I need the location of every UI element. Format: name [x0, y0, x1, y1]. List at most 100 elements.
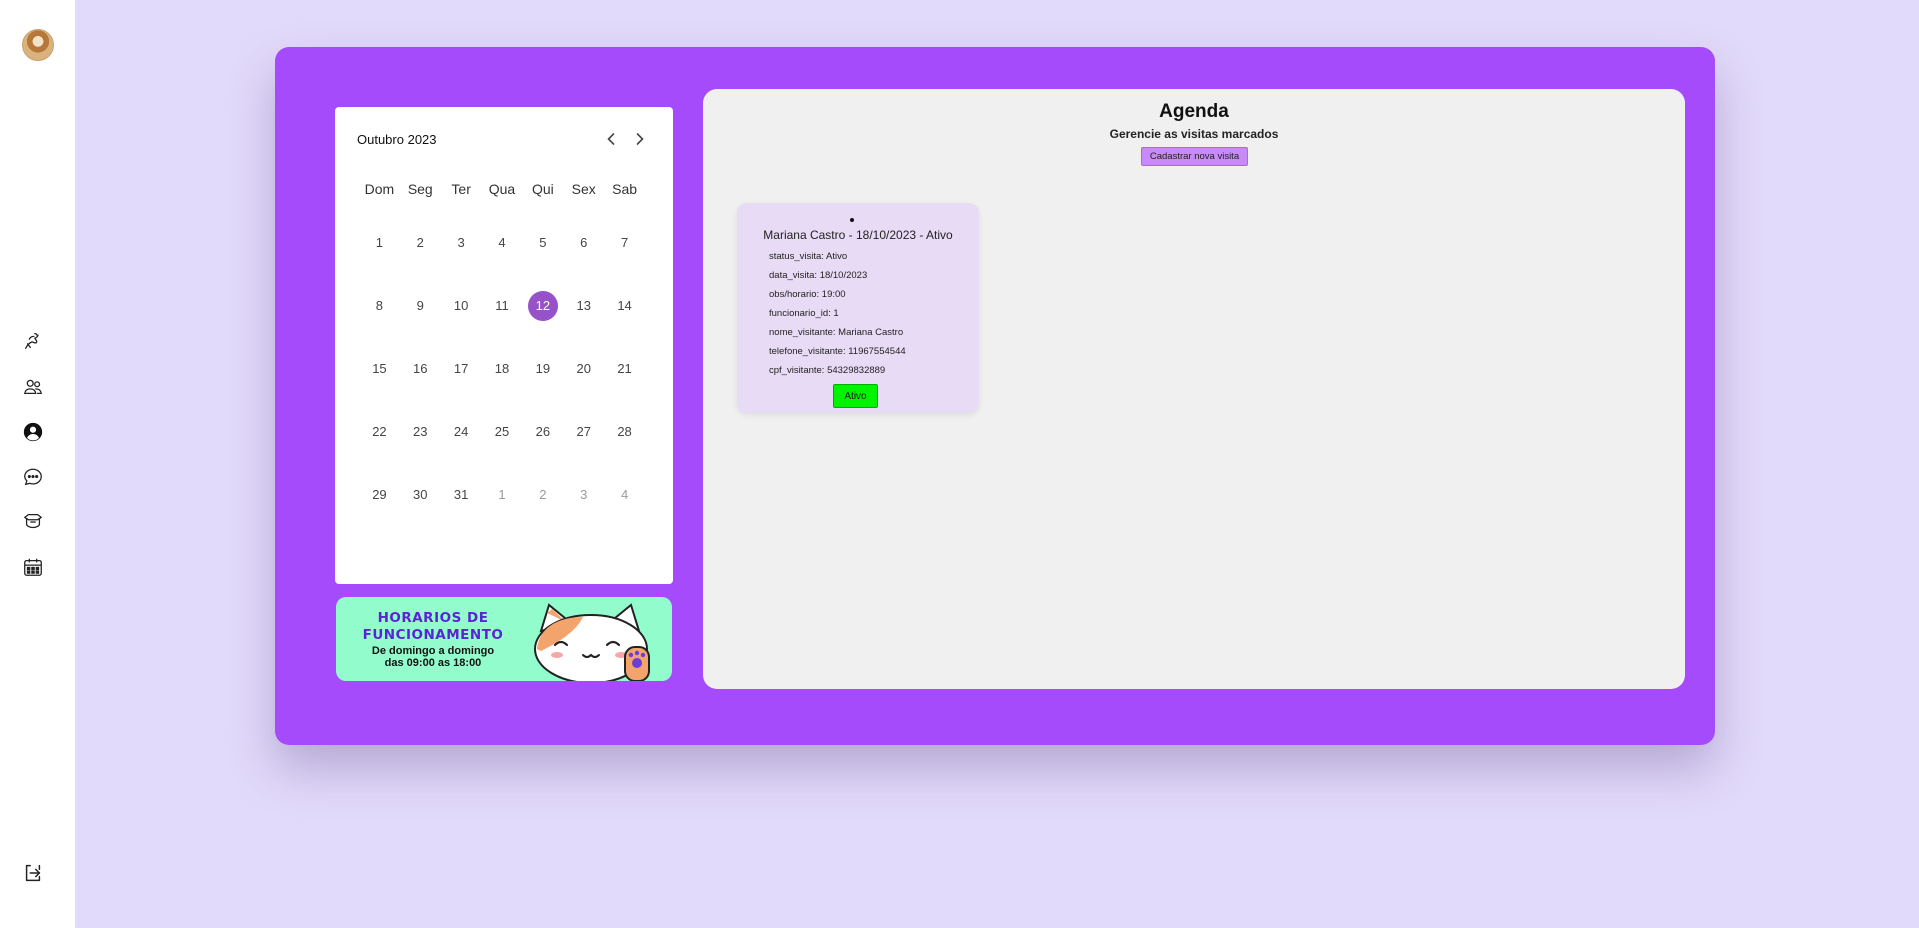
visit-card: Mariana Castro - 18/10/2023 - Ativo stat…: [737, 203, 979, 413]
calendar-day[interactable]: 21: [604, 337, 645, 400]
calendar-day-number: 28: [617, 424, 632, 439]
calendar-day[interactable]: 10: [441, 274, 482, 337]
calendar-day[interactable]: 4: [604, 463, 645, 526]
calendar-day[interactable]: 23: [400, 400, 441, 463]
calendar-day-number: 25: [494, 424, 510, 439]
weekday-label: Sab: [612, 181, 638, 197]
calendar-day-number: 19: [535, 361, 551, 376]
calendar-day[interactable]: 5: [522, 211, 563, 274]
visit-field: data_visita: 18/10/2023: [769, 270, 868, 281]
visit-field: nome_visitante: Mariana Castro: [769, 327, 904, 338]
calendar-day[interactable]: 3: [441, 211, 482, 274]
new-visit-button[interactable]: Cadastrar nova visita: [1141, 147, 1248, 166]
calendar-widget: Outubro 2023 Dom Seg Ter Qua Qui Sex Sab 1 2 3 4 5 6…: [335, 107, 673, 584]
weekday-label: Ter: [451, 181, 471, 197]
calendar-day-number: 3: [457, 235, 465, 250]
visit-card-title: Mariana Castro - 18/10/2023 - Ativo: [763, 228, 953, 242]
profile-icon[interactable]: [22, 421, 44, 443]
calendar-day-number: 22: [372, 424, 387, 439]
calendar-day[interactable]: 2: [522, 463, 563, 526]
banner-title-line1: HORARIOS DE: [377, 610, 489, 626]
calendar-day-number: 10: [453, 298, 469, 313]
calendar-day[interactable]: 20: [563, 337, 604, 400]
calendar-day[interactable]: 9: [400, 274, 441, 337]
calendar-day[interactable]: 16: [400, 337, 441, 400]
calendar-day-number: 23: [413, 424, 428, 439]
calendar-day-number: 2: [539, 487, 547, 502]
calendar-day-number: 26: [535, 424, 551, 439]
bullet-icon: [850, 218, 854, 222]
agenda-title: Agenda: [1159, 101, 1229, 122]
calendar-day[interactable]: 14: [604, 274, 645, 337]
agenda-subtitle: Gerencie as visitas marcados: [1109, 127, 1279, 141]
calendar-day[interactable]: 6: [563, 211, 604, 274]
calendar-day[interactable]: 31: [441, 463, 482, 526]
calendar-day[interactable]: 29: [359, 463, 400, 526]
calendar-day-number: 24: [453, 424, 469, 439]
calendar-day-number: 18: [494, 361, 510, 376]
calendar-day[interactable]: 26: [522, 400, 563, 463]
status-badge[interactable]: Ativo: [833, 384, 878, 408]
calendar-month-label: Outubro 2023: [357, 132, 437, 147]
calendar-day[interactable]: 3: [563, 463, 604, 526]
calendar-day-number: 6: [580, 235, 588, 250]
calendar-day[interactable]: 15: [359, 337, 400, 400]
visit-field: telefone_visitante: 11967554544: [769, 346, 906, 357]
calendar-day[interactable]: 19: [522, 337, 563, 400]
calendar-day[interactable]: 1: [482, 463, 523, 526]
banner-subtitle-line1: De domingo a domingo: [371, 645, 495, 657]
chevron-right-icon[interactable]: [628, 127, 652, 151]
opening-hours-banner: HORARIOS DE FUNCIONAMENTO De domingo a d…: [336, 597, 672, 681]
calendar-day[interactable]: 11: [482, 274, 523, 337]
chat-icon[interactable]: [22, 466, 44, 488]
calendar-day-number: 30: [413, 487, 428, 502]
banner-title-line2: FUNCIONAMENTO: [362, 627, 504, 643]
weekday-label: Sex: [571, 181, 596, 197]
calendar-day[interactable]: 13: [563, 274, 604, 337]
calendar-day-number: 8: [375, 298, 384, 313]
users-icon[interactable]: [22, 376, 44, 398]
chevron-left-icon[interactable]: [599, 127, 623, 151]
calendar-day-number: 4: [498, 235, 506, 250]
calendar-day-number: 2: [416, 235, 424, 250]
calendar-day[interactable]: 28: [604, 400, 645, 463]
weekday-label: Seg: [407, 181, 433, 197]
calendar-day-number: 11: [495, 298, 509, 313]
calendar-day[interactable]: 1: [359, 211, 400, 274]
calendar-day[interactable]: 22: [359, 400, 400, 463]
weekday-label: Qua: [488, 181, 516, 197]
calendar-day-number: 16: [413, 361, 428, 376]
calendar-day[interactable]: 27: [563, 400, 604, 463]
calendar-day-number: 27: [576, 424, 591, 439]
calendar-day-number: 13: [576, 298, 591, 313]
pet-hand-icon[interactable]: [22, 330, 44, 352]
calendar-day[interactable]: 4: [482, 211, 523, 274]
calendar-day[interactable]: 24: [441, 400, 482, 463]
calendar-day-number: 15: [372, 361, 387, 376]
calendar-day-number: 9: [416, 298, 424, 313]
calendar-day[interactable]: 8: [359, 274, 400, 337]
weekday-label: Dom: [364, 181, 395, 197]
calendar-day[interactable]: 30: [400, 463, 441, 526]
calendar-day[interactable]: 2: [400, 211, 441, 274]
calendar-day[interactable]: 12: [522, 274, 563, 337]
calendar-day-number: 17: [453, 361, 469, 376]
calendar-day-number: 4: [620, 487, 629, 502]
visit-field: cpf_visitante: 54329832889: [769, 365, 886, 376]
waving-cat-illustration: [534, 603, 650, 681]
supplies-icon[interactable]: [22, 511, 44, 533]
calendar-day-number: 31: [453, 487, 469, 502]
calendar-day[interactable]: 17: [441, 337, 482, 400]
visit-field: funcionario_id: 1: [769, 308, 839, 319]
calendar-day[interactable]: 25: [482, 400, 523, 463]
user-avatar[interactable]: [22, 29, 54, 61]
banner-subtitle: De domingo a domingo das 09:00 as 18:00: [348, 645, 518, 669]
visit-field: obs/horario: 19:00: [769, 289, 846, 300]
calendar-day[interactable]: 7: [604, 211, 645, 274]
logout-icon[interactable]: [22, 862, 44, 884]
main-panel: Outubro 2023 Dom Seg Ter Qua Qui Sex Sab 1 2 3 4 5 6…: [275, 47, 1715, 745]
banner-subtitle-line2: das 09:00 as 18:00: [384, 657, 482, 669]
calendar-day[interactable]: 18: [482, 337, 523, 400]
calendar-icon[interactable]: [22, 556, 44, 578]
calendar-day-number: 1: [375, 235, 384, 250]
